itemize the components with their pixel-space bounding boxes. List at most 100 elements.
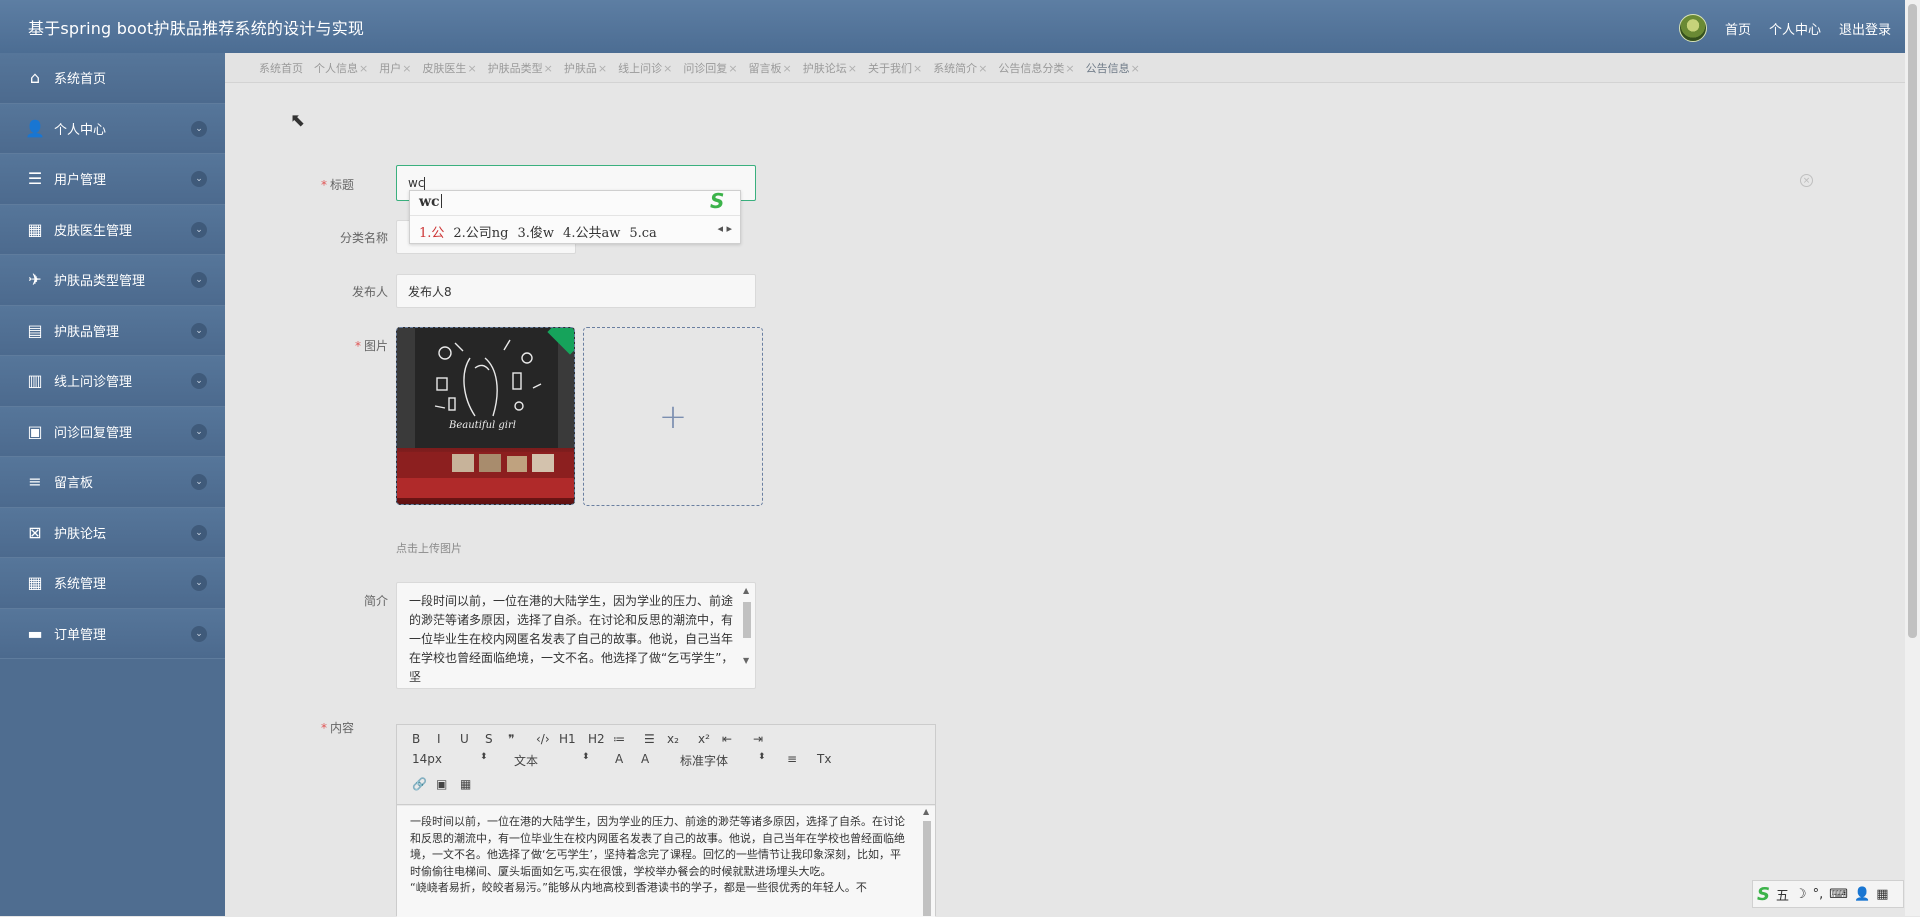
tab-9[interactable]: 护肤论坛× [803, 60, 857, 76]
toolbar-button[interactable]: S [485, 732, 493, 746]
tray-item[interactable]: ⌨ [1829, 887, 1848, 902]
chevron-down-icon[interactable]: ⌄ [191, 171, 207, 187]
tab-5[interactable]: 护肤品× [564, 60, 607, 76]
sidebar-item-5[interactable]: ▤ 护肤品管理 ⌄ [0, 305, 225, 356]
toolbar-button[interactable]: H2 [588, 732, 605, 746]
toolbar-button[interactable]: I [437, 732, 441, 746]
close-icon[interactable]: × [848, 62, 857, 75]
sogou-tray-logo-icon[interactable]: S [1757, 884, 1770, 905]
avatar[interactable] [1678, 14, 1707, 42]
sidebar-item-7[interactable]: ▣ 问诊回复管理 ⌄ [0, 406, 225, 457]
tab-13[interactable]: 公告信息× [1086, 60, 1140, 76]
toolbar-button[interactable]: ≔ [613, 732, 625, 746]
close-icon[interactable]: × [913, 62, 922, 75]
tab-12[interactable]: 公告信息分类× [998, 60, 1074, 76]
ime-candidate[interactable]: 3.俊w [518, 226, 555, 241]
tray-item[interactable]: 五 [1776, 885, 1789, 904]
toolbar-button[interactable]: H1 [559, 732, 576, 746]
chevron-down-icon[interactable]: ⌄ [191, 221, 207, 238]
tab-6[interactable]: 线上问诊× [618, 60, 672, 76]
tab-8[interactable]: 留言板× [749, 60, 792, 76]
sidebar-item-8[interactable]: ≡ 留言板 ⌄ [0, 457, 225, 508]
tray-item[interactable]: °, [1813, 887, 1824, 902]
tray-item[interactable]: ▦ [1876, 887, 1888, 902]
summary-textarea[interactable]: 一段时间以前，一位在港的大陆学生，因为学业的压力、前途的渺茫等诸多原因，选择了自… [396, 582, 756, 689]
ime-candidate[interactable]: 5.ca [629, 226, 656, 241]
close-icon[interactable]: × [402, 62, 411, 75]
tab-7[interactable]: 问诊回复× [683, 60, 737, 76]
sidebar-item-10[interactable]: ▦ 系统管理 ⌄ [0, 558, 225, 609]
text-format-select[interactable]: 文本 ⬍ [514, 752, 594, 769]
toolbar-button[interactable]: ☰ [644, 732, 655, 746]
tab-0[interactable]: 系统首页 [259, 60, 303, 76]
font-family-select[interactable]: 标准字体 ⬍ [680, 752, 770, 769]
close-icon[interactable]: × [598, 62, 607, 75]
image-icon[interactable]: ▣ [436, 777, 447, 791]
editor-content[interactable]: 一段时间以前，一位在港的大陆学生，因为学业的压力、前途的渺茫等诸多原因，选择了自… [397, 806, 935, 917]
close-icon[interactable]: × [783, 62, 792, 75]
sidebar-item-6[interactable]: ▥ 线上问诊管理 ⌄ [0, 356, 225, 407]
summary-scrollbar[interactable]: ▲ ▼ [741, 584, 753, 687]
chevron-down-icon[interactable]: ⌄ [191, 524, 207, 541]
close-icon[interactable]: × [728, 62, 737, 75]
toolbar-button[interactable]: ❞ [508, 732, 514, 746]
chevron-down-icon[interactable]: ⌄ [191, 423, 207, 440]
chevron-down-icon[interactable]: ⌄ [191, 373, 207, 389]
sidebar-item-9[interactable]: ⊠ 护肤论坛 ⌄ [0, 507, 225, 558]
video-icon[interactable]: ▦ [460, 777, 471, 791]
close-icon[interactable]: × [1065, 62, 1074, 75]
close-icon[interactable]: × [1131, 62, 1140, 75]
toolbar-button[interactable]: ‹/› [536, 732, 550, 746]
close-icon[interactable]: × [359, 62, 368, 75]
chevron-down-icon[interactable]: ⌄ [191, 272, 207, 288]
toolbar-button[interactable]: B [412, 732, 420, 746]
sidebar-item-1[interactable]: 👤 个人中心 ⌄ [0, 103, 225, 154]
toolbar-button[interactable]: A [641, 752, 649, 766]
tab-2[interactable]: 用户× [379, 60, 411, 76]
chevron-down-icon[interactable]: ⌄ [191, 120, 207, 137]
sidebar-item-0[interactable]: ⌂ 系统首页 [0, 53, 225, 104]
toolbar-button[interactable]: U [460, 732, 469, 746]
toolbar-button[interactable]: x₂ [667, 732, 679, 746]
close-icon[interactable]: × [467, 62, 476, 75]
toolbar-button[interactable]: ⇥ [753, 732, 763, 746]
toolbar-button[interactable]: ≡ [787, 752, 797, 766]
tab-11[interactable]: 系统简介× [933, 60, 987, 76]
chevron-down-icon[interactable]: ⌄ [191, 625, 207, 642]
chevron-down-icon[interactable]: ⌄ [191, 322, 207, 339]
toolbar-button[interactable]: x² [698, 732, 710, 746]
editor-scrollbar[interactable]: ▲ [921, 807, 933, 917]
page-scrollbar[interactable] [1905, 0, 1920, 916]
toolbar-button[interactable]: Tx [817, 752, 831, 766]
nav-home-link[interactable]: 首页 [1725, 19, 1751, 38]
sidebar-item-11[interactable]: ▬ 订单管理 ⌄ [0, 608, 225, 659]
tray-item[interactable]: 👤 [1854, 887, 1870, 902]
ime-candidate[interactable]: 1.公 [419, 226, 444, 241]
ime-page-arrows-icon[interactable]: ◂ ▸ [717, 222, 732, 235]
ime-candidate[interactable]: 4.公共aw [563, 226, 620, 241]
clear-icon[interactable]: × [1800, 174, 1813, 187]
toolbar-button[interactable]: A [615, 752, 623, 766]
nav-profile-link[interactable]: 个人中心 [1769, 19, 1821, 38]
close-icon[interactable]: × [544, 62, 553, 75]
uploaded-image-thumbnail[interactable]: Beautiful girl [396, 327, 575, 505]
tray-item[interactable]: ☽ [1795, 887, 1807, 902]
tab-1[interactable]: 个人信息× [314, 60, 368, 76]
tab-4[interactable]: 护肤品类型× [488, 60, 553, 76]
publisher-input[interactable]: 发布人8 [396, 274, 756, 308]
link-icon[interactable]: 🔗 [412, 777, 427, 791]
upload-image-button[interactable]: + [583, 327, 763, 506]
sidebar-item-2[interactable]: ☰ 用户管理 ⌄ [0, 154, 225, 205]
ime-candidate[interactable]: 2.公司ng [453, 226, 508, 241]
chevron-down-icon[interactable]: ⌄ [191, 575, 207, 591]
font-size-select[interactable]: 14px ⬍ [412, 752, 492, 766]
tab-10[interactable]: 关于我们× [868, 60, 922, 76]
close-icon[interactable]: × [978, 62, 987, 75]
tab-3[interactable]: 皮肤医生× [422, 60, 476, 76]
close-icon[interactable]: × [663, 62, 672, 75]
nav-logout-link[interactable]: 退出登录 [1839, 19, 1891, 38]
toolbar-button[interactable]: ⇤ [722, 732, 732, 746]
sidebar-item-3[interactable]: ▦ 皮肤医生管理 ⌄ [0, 204, 225, 255]
sidebar-item-4[interactable]: ✈ 护肤品类型管理 ⌄ [0, 255, 225, 306]
chevron-down-icon[interactable]: ⌄ [191, 474, 207, 490]
